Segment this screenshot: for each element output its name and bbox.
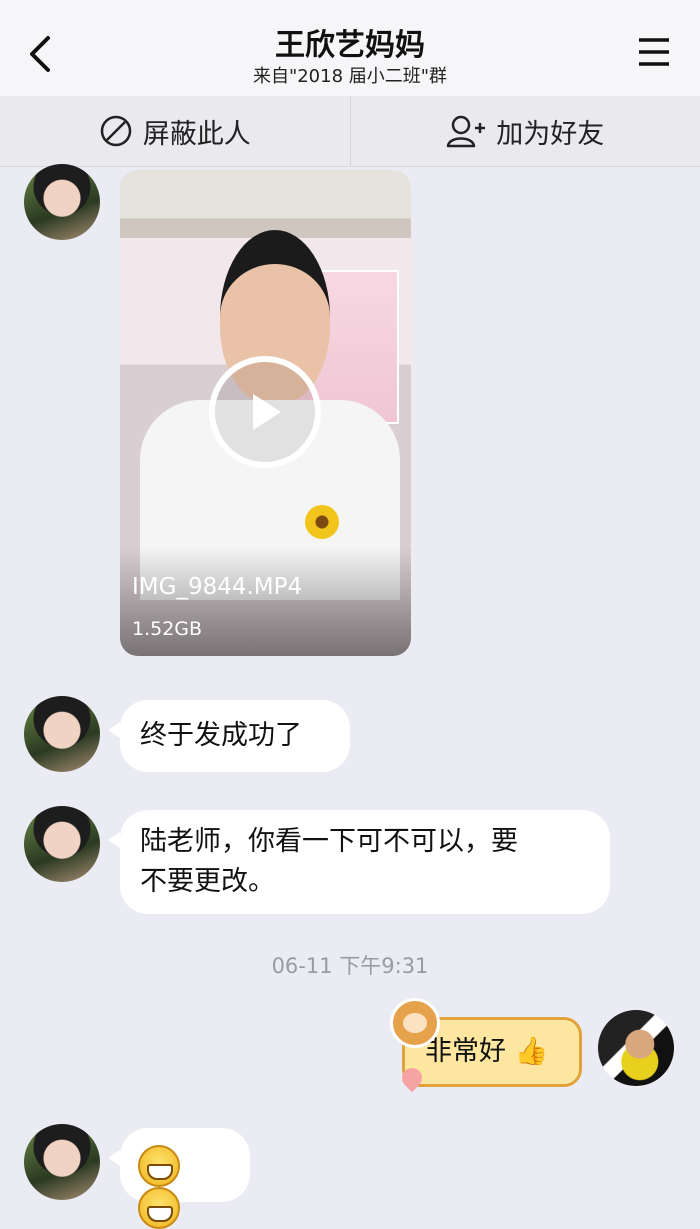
video-file-name: IMG_9844.MP4 (132, 574, 302, 600)
sender-avatar[interactable] (24, 164, 100, 240)
play-button[interactable] (209, 356, 321, 468)
video-message[interactable]: IMG_9844.MP4 1.52GB (120, 170, 411, 656)
message-bubble[interactable]: 终于发成功了 (120, 700, 350, 772)
message-text: 终于发成功了 (140, 720, 302, 751)
thumbs-up-icon: 👍 (515, 1036, 549, 1067)
message-bubble[interactable]: 陆老师，你看一下可不可以，要 不要更改。 (120, 810, 610, 914)
emoji-message-bubble[interactable] (120, 1128, 250, 1202)
own-message-text: 非常好 (425, 1036, 506, 1067)
bubble-tail (108, 832, 120, 848)
sender-avatar[interactable] (24, 806, 100, 882)
add-friend-icon (446, 114, 486, 148)
chat-header: 王欣艺妈妈 来自"2018 届小二班"群 (0, 0, 700, 96)
video-file-size: 1.52GB (132, 618, 202, 640)
chat-title: 王欣艺妈妈 (0, 20, 700, 64)
message-text-line: 不要更改。 (140, 862, 590, 902)
message-timestamp: 06-11 下午9:31 (0, 950, 700, 980)
add-friend-button[interactable]: 加为好友 (351, 96, 700, 166)
block-user-label: 屏蔽此人 (143, 112, 251, 151)
add-friend-label: 加为好友 (496, 112, 604, 151)
block-user-button[interactable]: 屏蔽此人 (0, 96, 350, 166)
grin-emoji-icon (138, 1187, 180, 1229)
bubble-tail (108, 722, 120, 738)
sender-avatar[interactable] (24, 1124, 100, 1200)
bubble-tail (108, 1150, 120, 1166)
video-thumbnail-decoration (305, 505, 339, 539)
action-bar: 屏蔽此人 加为好友 (0, 96, 700, 167)
own-avatar[interactable] (598, 1010, 674, 1086)
message-text-line: 陆老师，你看一下可不可以，要 (140, 822, 590, 862)
block-icon (99, 114, 133, 148)
sender-avatar[interactable] (24, 696, 100, 772)
chat-subtitle: 来自"2018 届小二班"群 (0, 62, 700, 88)
menu-icon[interactable] (636, 34, 672, 70)
play-icon (245, 390, 285, 434)
grin-emoji-icon (138, 1145, 180, 1187)
monkey-sticker-icon (390, 998, 440, 1048)
